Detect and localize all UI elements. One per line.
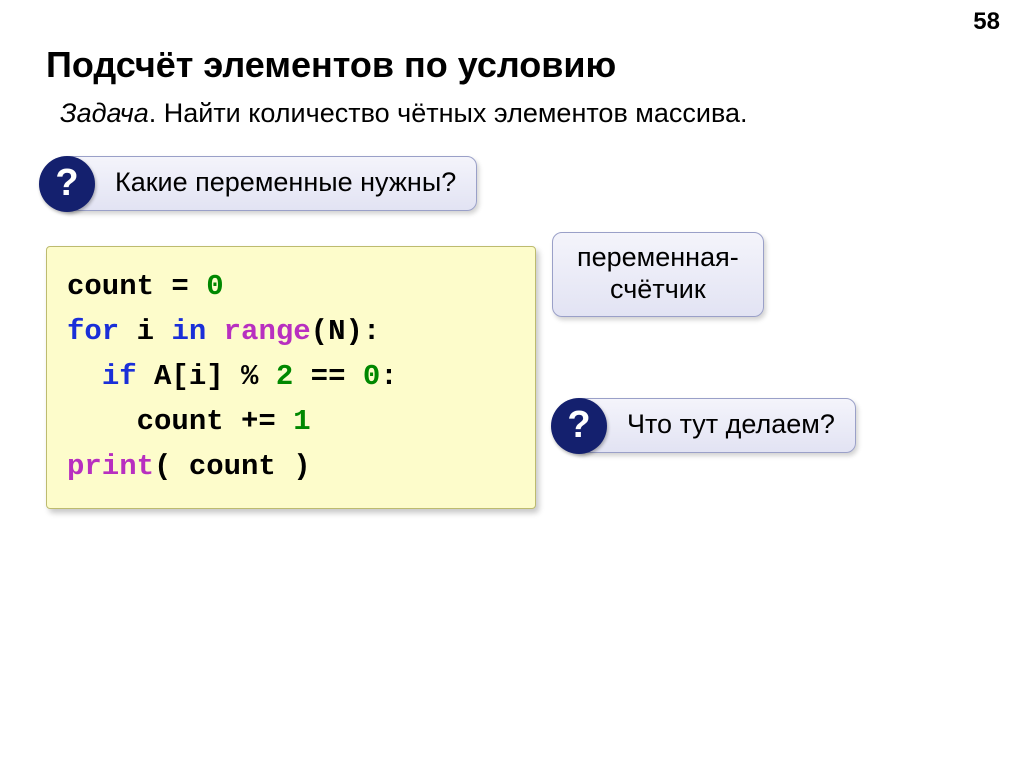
task-text: . Найти количество чётных элементов масс… bbox=[149, 98, 748, 128]
code-token: == bbox=[293, 360, 363, 393]
code-token: count += bbox=[67, 405, 293, 438]
code-function: range bbox=[224, 315, 311, 348]
code-token: : bbox=[380, 360, 397, 393]
callout-variables-needed: ? Какие переменные нужны? bbox=[60, 156, 477, 211]
callout-text: Что тут делаем? bbox=[627, 409, 835, 439]
question-mark-icon: ? bbox=[39, 156, 95, 212]
annotation-line: переменная- bbox=[577, 241, 739, 273]
code-number: 0 bbox=[363, 360, 380, 393]
callout-text: Какие переменные нужны? bbox=[115, 167, 456, 197]
code-token: i bbox=[119, 315, 171, 348]
code-token bbox=[206, 315, 223, 348]
code-keyword: in bbox=[171, 315, 206, 348]
question-mark-icon: ? bbox=[551, 398, 607, 454]
slide-title: Подсчёт элементов по условию bbox=[46, 44, 616, 86]
callout-what-doing-here: ? Что тут делаем? bbox=[572, 398, 856, 453]
code-number: 0 bbox=[206, 270, 223, 303]
code-keyword: for bbox=[67, 315, 119, 348]
code-keyword: if bbox=[102, 360, 137, 393]
code-token bbox=[67, 360, 102, 393]
task-label: Задача bbox=[60, 98, 149, 128]
page-number: 58 bbox=[973, 8, 1000, 36]
code-number: 1 bbox=[293, 405, 310, 438]
annotation-line: счётчик bbox=[577, 273, 739, 305]
task-description: Задача. Найти количество чётных элементо… bbox=[60, 98, 748, 129]
code-number: 2 bbox=[276, 360, 293, 393]
code-token: ( count ) bbox=[154, 450, 311, 483]
code-token: count = bbox=[67, 270, 206, 303]
code-token: A[i] % bbox=[137, 360, 276, 393]
annotation-counter-variable: переменная- счётчик bbox=[552, 232, 764, 317]
code-block: count = 0 for i in range(N): if A[i] % 2… bbox=[46, 246, 536, 509]
code-function: print bbox=[67, 450, 154, 483]
code-token: (N): bbox=[311, 315, 381, 348]
